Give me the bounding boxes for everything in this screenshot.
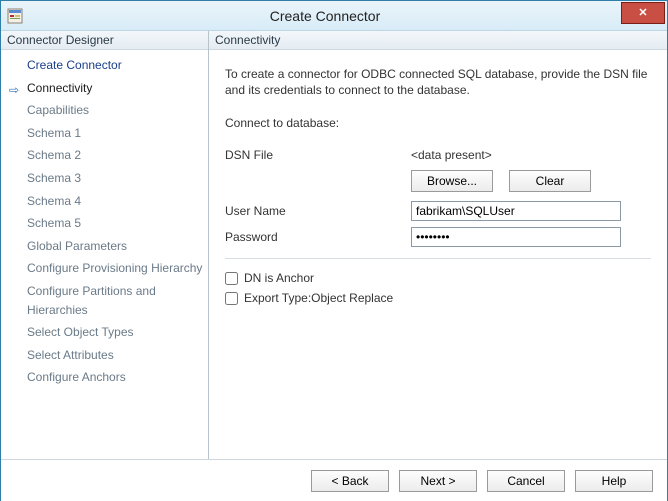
browse-button[interactable]: Browse... (411, 170, 493, 192)
description-text: To create a connector for ODBC connected… (225, 66, 651, 98)
dsn-status: <data present> (411, 148, 651, 162)
nav-item-7: Schema 5 (1, 212, 208, 235)
nav-item-9: Configure Provisioning Hierarchy (1, 257, 208, 280)
window-title: Create Connector (29, 8, 621, 24)
dn-anchor-label: DN is Anchor (244, 271, 314, 285)
nav-item-label: Global Parameters (27, 239, 127, 253)
nav-item-8: Global Parameters (1, 235, 208, 258)
sidebar-header: Connector Designer (1, 31, 208, 50)
divider (225, 258, 651, 259)
dn-anchor-checkbox[interactable] (225, 272, 238, 285)
next-button[interactable]: Next > (399, 470, 477, 492)
help-button[interactable]: Help (575, 470, 653, 492)
nav-item-2: Capabilities (1, 99, 208, 122)
nav-item-0[interactable]: Create Connector (1, 54, 208, 77)
username-row: User Name (225, 200, 651, 222)
nav-item-label: Schema 3 (27, 171, 81, 185)
nav-item-label: Schema 5 (27, 216, 81, 230)
close-button[interactable]: ✕ (621, 2, 665, 24)
nav-item-4: Schema 2 (1, 144, 208, 167)
export-type-row: Export Type:Object Replace (225, 291, 651, 305)
nav-item-10: Configure Partitions and Hierarchies (1, 280, 208, 321)
username-label: User Name (225, 204, 411, 218)
nav-item-label: Select Object Types (27, 325, 134, 339)
dsn-label: DSN File (225, 148, 411, 162)
section-label: Connect to database: (225, 116, 651, 130)
nav-item-label: Schema 2 (27, 148, 81, 162)
close-icon: ✕ (638, 6, 647, 19)
nav-item-5: Schema 3 (1, 167, 208, 190)
nav-item-label: Capabilities (27, 103, 89, 117)
nav-list: Create Connector ⇨ Connectivity Capabilitie… (1, 50, 208, 459)
nav-item-13: Configure Anchors (1, 366, 208, 389)
footer: < Back Next > Cancel Help (1, 459, 667, 501)
nav-item-6: Schema 4 (1, 190, 208, 213)
dsn-row: DSN File <data present> (225, 144, 651, 166)
sidebar: Connector Designer Create Connector ⇨ Conn… (1, 31, 209, 459)
content-header: Connectivity (209, 31, 667, 50)
nav-item-label: Select Attributes (27, 348, 114, 362)
titlebar: Create Connector ✕ (1, 1, 667, 31)
nav-item-label: Configure Provisioning Hierarchy (27, 261, 202, 275)
password-input[interactable] (411, 227, 621, 247)
nav-item-12: Select Attributes (1, 344, 208, 367)
app-icon (7, 8, 23, 24)
export-type-label: Export Type:Object Replace (244, 291, 393, 305)
main-area: Connector Designer Create Connector ⇨ Conn… (1, 31, 667, 459)
content-body: To create a connector for ODBC connected… (209, 50, 667, 459)
password-row: Password (225, 226, 651, 248)
nav-item-label: Schema 1 (27, 126, 81, 140)
export-type-checkbox[interactable] (225, 292, 238, 305)
nav-item-label: Configure Partitions and Hierarchies (27, 284, 156, 317)
arrow-icon: ⇨ (9, 81, 19, 100)
back-button[interactable]: < Back (311, 470, 389, 492)
dn-anchor-row: DN is Anchor (225, 271, 651, 285)
username-input[interactable] (411, 201, 621, 221)
nav-item-label: Connectivity (27, 81, 92, 95)
nav-item-1[interactable]: ⇨ Connectivity (1, 77, 208, 100)
content-panel: Connectivity To create a connector for O… (209, 31, 667, 459)
password-label: Password (225, 230, 411, 244)
nav-item-label: Schema 4 (27, 194, 81, 208)
nav-item-11: Select Object Types (1, 321, 208, 344)
nav-item-label: Create Connector (27, 58, 122, 72)
dsn-buttons: Browse... Clear (225, 170, 651, 192)
nav-item-3: Schema 1 (1, 122, 208, 145)
cancel-button[interactable]: Cancel (487, 470, 565, 492)
clear-button[interactable]: Clear (509, 170, 591, 192)
nav-item-label: Configure Anchors (27, 370, 126, 384)
